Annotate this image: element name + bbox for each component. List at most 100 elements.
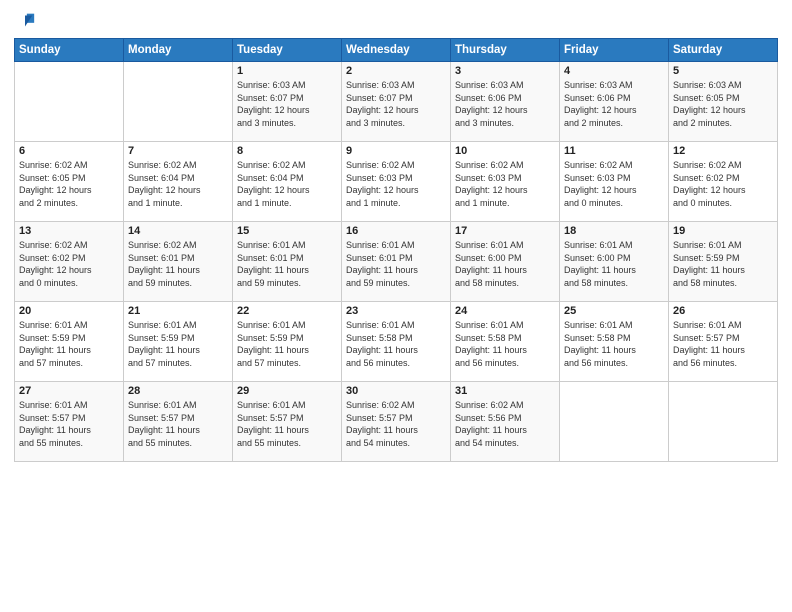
calendar-cell: 22 Sunrise: 6:01 AM Sunset: 5:59 PM Dayli… (233, 302, 342, 382)
calendar-cell: 13Sunrise: 6:02 AM Sunset: 6:02 PM Dayli… (15, 222, 124, 302)
cell-content: Sunrise: 6:01 AM Sunset: 6:00 PM Dayligh… (455, 239, 555, 289)
calendar-cell: 16 Sunrise: 6:01 AM Sunset: 6:01 PM Dayli… (342, 222, 451, 302)
calendar-cell: 3 Sunrise: 6:03 AM Sunset: 6:06 PM Daylig… (451, 62, 560, 142)
calendar-cell: 1 Sunrise: 6:03 AM Sunset: 6:07 PM Daylig… (233, 62, 342, 142)
day-number: 23 (346, 305, 446, 317)
calendar-cell (15, 62, 124, 142)
calendar-cell: 2 Sunrise: 6:03 AM Sunset: 6:07 PM Daylig… (342, 62, 451, 142)
calendar-cell: 21 Sunrise: 6:01 AM Sunset: 5:59 PM Dayli… (124, 302, 233, 382)
cell-content: Sunrise: 6:02 AM Sunset: 6:02 PM Dayligh… (19, 239, 119, 289)
calendar-cell: 10Sunrise: 6:02 AM Sunset: 6:03 PM Dayli… (451, 142, 560, 222)
calendar-table: SundayMondayTuesdayWednesdayThursdayFrid… (14, 38, 778, 462)
day-number: 1 (237, 65, 337, 77)
calendar-cell: 15Sunrise: 6:01 AM Sunset: 6:01 PM Dayli… (233, 222, 342, 302)
day-number: 19 (673, 225, 773, 237)
calendar-cell: 24 Sunrise: 6:01 AM Sunset: 5:58 PM Dayli… (451, 302, 560, 382)
calendar-cell: 23 Sunrise: 6:01 AM Sunset: 5:58 PM Dayli… (342, 302, 451, 382)
day-number: 9 (346, 145, 446, 157)
day-header-saturday: Saturday (669, 39, 778, 62)
header-row-days: SundayMondayTuesdayWednesdayThursdayFrid… (15, 39, 778, 62)
week-row-1: 1 Sunrise: 6:03 AM Sunset: 6:07 PM Daylig… (15, 62, 778, 142)
calendar-cell: 4Sunrise: 6:03 AM Sunset: 6:06 PM Daylig… (560, 62, 669, 142)
day-number: 5 (673, 65, 773, 77)
day-number: 16 (346, 225, 446, 237)
cell-content: Sunrise: 6:02 AM Sunset: 6:04 PM Dayligh… (237, 159, 337, 209)
week-row-3: 13Sunrise: 6:02 AM Sunset: 6:02 PM Dayli… (15, 222, 778, 302)
calendar-cell: 28 Sunrise: 6:01 AM Sunset: 5:57 PM Dayli… (124, 382, 233, 462)
header-row (14, 10, 778, 32)
cell-content: Sunrise: 6:02 AM Sunset: 6:01 PM Dayligh… (128, 239, 228, 289)
day-number: 22 (237, 305, 337, 317)
cell-content: Sunrise: 6:01 AM Sunset: 5:59 PM Dayligh… (19, 319, 119, 369)
day-number: 2 (346, 65, 446, 77)
day-number: 28 (128, 385, 228, 397)
day-number: 30 (346, 385, 446, 397)
day-header-sunday: Sunday (15, 39, 124, 62)
day-header-wednesday: Wednesday (342, 39, 451, 62)
cell-content: Sunrise: 6:01 AM Sunset: 5:58 PM Dayligh… (346, 319, 446, 369)
calendar-body: 1 Sunrise: 6:03 AM Sunset: 6:07 PM Daylig… (15, 62, 778, 462)
cell-content: Sunrise: 6:02 AM Sunset: 6:03 PM Dayligh… (564, 159, 664, 209)
calendar-cell: 29 Sunrise: 6:01 AM Sunset: 5:57 PM Dayli… (233, 382, 342, 462)
calendar-cell (560, 382, 669, 462)
cell-content: Sunrise: 6:02 AM Sunset: 6:04 PM Dayligh… (128, 159, 228, 209)
cell-content: Sunrise: 6:01 AM Sunset: 5:59 PM Dayligh… (673, 239, 773, 289)
day-number: 10 (455, 145, 555, 157)
calendar-cell: 7 Sunrise: 6:02 AM Sunset: 6:04 PM Daylig… (124, 142, 233, 222)
day-number: 18 (564, 225, 664, 237)
day-number: 12 (673, 145, 773, 157)
calendar-cell: 11 Sunrise: 6:02 AM Sunset: 6:03 PM Dayli… (560, 142, 669, 222)
cell-content: Sunrise: 6:03 AM Sunset: 6:07 PM Dayligh… (237, 79, 337, 129)
day-header-thursday: Thursday (451, 39, 560, 62)
page-container: SundayMondayTuesdayWednesdayThursdayFrid… (0, 0, 792, 468)
cell-content: Sunrise: 6:03 AM Sunset: 6:06 PM Dayligh… (455, 79, 555, 129)
calendar-cell: 31 Sunrise: 6:02 AM Sunset: 5:56 PM Dayli… (451, 382, 560, 462)
week-row-2: 6 Sunrise: 6:02 AM Sunset: 6:05 PM Daylig… (15, 142, 778, 222)
calendar-cell: 25Sunrise: 6:01 AM Sunset: 5:58 PM Dayli… (560, 302, 669, 382)
cell-content: Sunrise: 6:01 AM Sunset: 5:57 PM Dayligh… (673, 319, 773, 369)
calendar-cell: 20Sunrise: 6:01 AM Sunset: 5:59 PM Dayli… (15, 302, 124, 382)
cell-content: Sunrise: 6:02 AM Sunset: 6:02 PM Dayligh… (673, 159, 773, 209)
week-row-4: 20Sunrise: 6:01 AM Sunset: 5:59 PM Dayli… (15, 302, 778, 382)
calendar-header: SundayMondayTuesdayWednesdayThursdayFrid… (15, 39, 778, 62)
cell-content: Sunrise: 6:02 AM Sunset: 6:05 PM Dayligh… (19, 159, 119, 209)
cell-content: Sunrise: 6:01 AM Sunset: 6:01 PM Dayligh… (237, 239, 337, 289)
day-number: 29 (237, 385, 337, 397)
cell-content: Sunrise: 6:01 AM Sunset: 6:00 PM Dayligh… (564, 239, 664, 289)
day-number: 25 (564, 305, 664, 317)
cell-content: Sunrise: 6:01 AM Sunset: 5:57 PM Dayligh… (19, 399, 119, 449)
cell-content: Sunrise: 6:01 AM Sunset: 5:59 PM Dayligh… (237, 319, 337, 369)
day-number: 6 (19, 145, 119, 157)
cell-content: Sunrise: 6:02 AM Sunset: 5:56 PM Dayligh… (455, 399, 555, 449)
day-number: 3 (455, 65, 555, 77)
day-number: 17 (455, 225, 555, 237)
logo-icon (14, 10, 36, 32)
calendar-cell: 6 Sunrise: 6:02 AM Sunset: 6:05 PM Daylig… (15, 142, 124, 222)
calendar-cell: 27Sunrise: 6:01 AM Sunset: 5:57 PM Dayli… (15, 382, 124, 462)
calendar-cell: 12 Sunrise: 6:02 AM Sunset: 6:02 PM Dayli… (669, 142, 778, 222)
day-number: 8 (237, 145, 337, 157)
cell-content: Sunrise: 6:01 AM Sunset: 5:58 PM Dayligh… (455, 319, 555, 369)
week-row-5: 27Sunrise: 6:01 AM Sunset: 5:57 PM Dayli… (15, 382, 778, 462)
cell-content: Sunrise: 6:01 AM Sunset: 5:57 PM Dayligh… (128, 399, 228, 449)
day-number: 26 (673, 305, 773, 317)
cell-content: Sunrise: 6:01 AM Sunset: 5:57 PM Dayligh… (237, 399, 337, 449)
calendar-cell (669, 382, 778, 462)
day-number: 11 (564, 145, 664, 157)
day-number: 24 (455, 305, 555, 317)
calendar-cell: 30 Sunrise: 6:02 AM Sunset: 5:57 PM Dayli… (342, 382, 451, 462)
day-number: 7 (128, 145, 228, 157)
cell-content: Sunrise: 6:03 AM Sunset: 6:07 PM Dayligh… (346, 79, 446, 129)
cell-content: Sunrise: 6:01 AM Sunset: 5:59 PM Dayligh… (128, 319, 228, 369)
cell-content: Sunrise: 6:01 AM Sunset: 6:01 PM Dayligh… (346, 239, 446, 289)
calendar-cell: 17 Sunrise: 6:01 AM Sunset: 6:00 PM Dayli… (451, 222, 560, 302)
day-number: 31 (455, 385, 555, 397)
cell-content: Sunrise: 6:02 AM Sunset: 5:57 PM Dayligh… (346, 399, 446, 449)
day-header-monday: Monday (124, 39, 233, 62)
calendar-cell: 18 Sunrise: 6:01 AM Sunset: 6:00 PM Dayli… (560, 222, 669, 302)
calendar-cell: 8 Sunrise: 6:02 AM Sunset: 6:04 PM Daylig… (233, 142, 342, 222)
day-header-tuesday: Tuesday (233, 39, 342, 62)
day-number: 21 (128, 305, 228, 317)
day-number: 4 (564, 65, 664, 77)
logo (14, 10, 40, 32)
